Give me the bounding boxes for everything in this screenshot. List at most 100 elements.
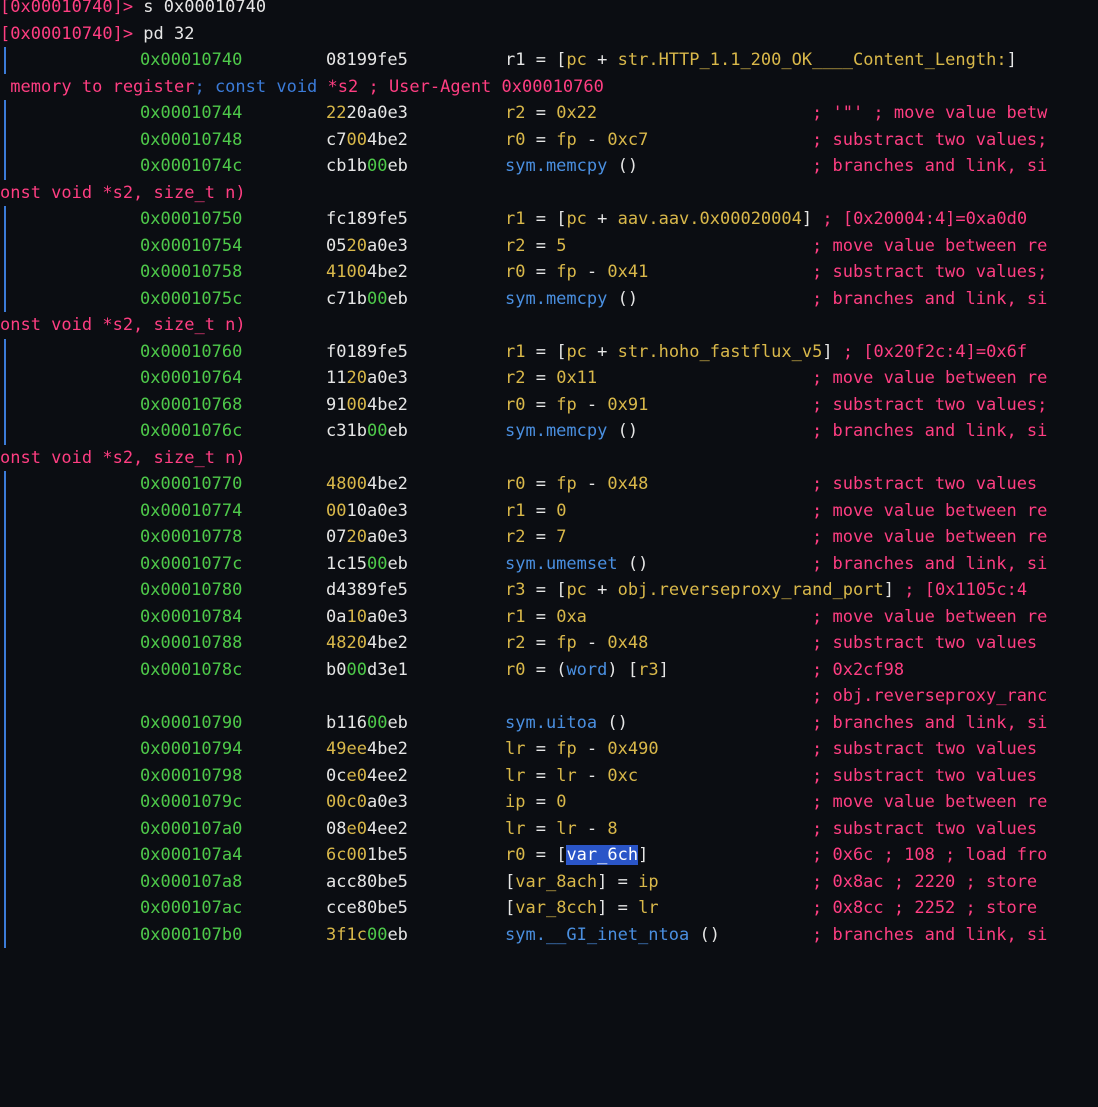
- instruction-text: sym.__GI_inet_ntoa (): [505, 924, 720, 945]
- opcode-bytes: cb1b00eb: [326, 156, 408, 176]
- instruction-text: r0 = fp - 0x41: [505, 262, 649, 282]
- disasm-row[interactable]: 0x00010768 91004be2 r0 = fp - 0x91 ; sub…: [0, 391, 1098, 418]
- radare2-disassembly-terminal[interactable]: [0x00010740]> s 0x00010740 [0x00010740]>…: [0, 0, 1098, 948]
- instruction-address: 0x00010748: [140, 129, 243, 150]
- instruction-text: r3 = [pc + obj.reverseproxy_rand_port] ;…: [505, 580, 1028, 600]
- instruction-text: sym.memcpy (): [505, 156, 639, 176]
- prompt-line: [0x00010740]> s 0x00010740: [0, 0, 1098, 21]
- disasm-row[interactable]: 0x00010770 48004be2 r0 = fp - 0x48 ; sub…: [0, 471, 1098, 498]
- disasm-row[interactable]: 0x000107a8 acc80be5 [var_8ach] = ip ; 0x…: [0, 868, 1098, 895]
- disasm-row[interactable]: 0x00010760 f0189fe5 r1 = [pc + str.hoho_…: [0, 338, 1098, 365]
- disasm-row[interactable]: 0x00010744 2220a0e3 r2 = 0x22 ; '"' ; mo…: [0, 100, 1098, 127]
- instruction-text: r1 = 0: [505, 500, 567, 521]
- instruction-address: 0x00010790: [140, 712, 243, 733]
- instruction-text: ip = 0: [505, 792, 567, 812]
- comment-text: ; branches and link, si: [812, 421, 1048, 441]
- disasm-row[interactable]: 0x00010780 d4389fe5 r3 = [pc + obj.rever…: [0, 577, 1098, 604]
- instruction-text: lr = lr - 0xc: [505, 765, 639, 786]
- disasm-row[interactable]: 0x000107ac cce80be5 [var_8cch] = lr ; 0x…: [0, 895, 1098, 922]
- comment-text: ; substract two values;: [812, 262, 1048, 282]
- disasm-row[interactable]: 0x00010740 08199fe5 r1 = [pc + str.HTTP_…: [0, 47, 1098, 74]
- disasm-row[interactable]: 0x00010784 0a10a0e3 r1 = 0xa ; move valu…: [0, 603, 1098, 630]
- disasm-row[interactable]: 0x000107b0 3f1c00eb sym.__GI_inet_ntoa (…: [0, 921, 1098, 948]
- instruction-address: 0x0001075c: [140, 288, 243, 309]
- instruction-text: r0 = (word) [r3]: [505, 659, 669, 680]
- instruction-text: r2 = fp - 0x48: [505, 633, 649, 653]
- disasm-row[interactable]: 0x00010750 fc189fe5 r1 = [pc + aav.aav.0…: [0, 206, 1098, 233]
- instruction-address: 0x0001079c: [140, 792, 243, 812]
- opcode-bytes: 48204be2: [326, 633, 408, 653]
- instruction-address: 0x000107b0: [140, 924, 243, 945]
- instruction-address: 0x00010764: [140, 368, 243, 388]
- opcode-bytes: f0189fe5: [326, 341, 408, 362]
- flow-line: [4, 656, 6, 683]
- disasm-row[interactable]: 0x0001074c cb1b00eb sym.memcpy () ; bran…: [0, 153, 1098, 180]
- disasm-row[interactable]: 0x00010764 1120a0e3 r2 = 0x11 ; move val…: [0, 365, 1098, 392]
- disasm-row[interactable]: 0x00010774 0010a0e3 r1 = 0 ; move value …: [0, 497, 1098, 524]
- flow-line: [4, 47, 6, 74]
- disasm-row[interactable]: 0x000107a4 6c001be5 r0 = [var_6ch] ; 0x6…: [0, 842, 1098, 869]
- comment-continuation-line: onst void *s2, size_t n): [0, 180, 1098, 207]
- opcode-bytes: 1c1500eb: [326, 553, 408, 574]
- instruction-text: [var_8cch] = lr: [505, 898, 659, 918]
- disasm-row[interactable]: 0x000107a0 08e04ee2 lr = lr - 8 ; substr…: [0, 815, 1098, 842]
- prompt-line: [0x00010740]> pd 32: [0, 21, 1098, 48]
- comment-text: ; move value between re: [812, 368, 1048, 388]
- disasm-row[interactable]: 0x0001075c c71b00eb sym.memcpy () ; bran…: [0, 285, 1098, 312]
- comment-text: ; '"' ; move value betw: [812, 103, 1048, 123]
- instruction-text: r0 = fp - 0xc7: [505, 129, 649, 150]
- disasm-row[interactable]: 0x00010754 0520a0e3 r2 = 5 ; move value …: [0, 232, 1098, 259]
- comment-text: ; substract two values: [812, 765, 1038, 786]
- comment-text: ; branches and link, si: [812, 156, 1048, 176]
- flow-line: [4, 550, 6, 577]
- disasm-row[interactable]: 0x00010794 49ee4be2 lr = fp - 0x490 ; su…: [0, 736, 1098, 763]
- flow-line: [4, 577, 6, 604]
- instruction-text: r1 = [pc + str.HTTP_1.1_200_OK____Conten…: [505, 50, 1017, 70]
- disasm-row[interactable]: 0x00010778 0720a0e3 r2 = 7 ; move value …: [0, 524, 1098, 551]
- opcode-bytes: 0520a0e3: [326, 235, 408, 256]
- instruction-address: 0x00010778: [140, 527, 243, 547]
- flow-line: [4, 683, 6, 710]
- instruction-address: 0x0001076c: [140, 421, 243, 441]
- disasm-row[interactable]: 0x0001076c c31b00eb sym.memcpy () ; bran…: [0, 418, 1098, 445]
- comment-text: memory to register; const void *s2 ; Use…: [0, 76, 604, 97]
- prompt-command[interactable]: pd 32: [133, 24, 194, 44]
- instruction-address: 0x000107a4: [140, 845, 243, 865]
- flow-line: [4, 418, 6, 445]
- disasm-row[interactable]: 0x00010748 c7004be2 r0 = fp - 0xc7 ; sub…: [0, 126, 1098, 153]
- flow-line: [4, 921, 6, 948]
- disasm-row[interactable]: 0x0001078c b000d3e1 r0 = (word) [r3] ; 0…: [0, 656, 1098, 683]
- instruction-text: r1 = 0xa: [505, 606, 587, 627]
- disasm-row[interactable]: 0x00010788 48204be2 r2 = fp - 0x48 ; sub…: [0, 630, 1098, 657]
- disasm-row[interactable]: 0x0001077c 1c1500eb sym.umemset () ; bra…: [0, 550, 1098, 577]
- opcode-bytes: cce80be5: [326, 898, 408, 918]
- instruction-address: 0x00010754: [140, 235, 243, 256]
- flow-line: [4, 232, 6, 259]
- flow-line: [4, 630, 6, 657]
- instruction-text: r2 = 0x11: [505, 368, 598, 388]
- opcode-bytes: 49ee4be2: [326, 739, 408, 759]
- flow-line: [4, 259, 6, 286]
- flow-line: [4, 524, 6, 551]
- disasm-row[interactable]: 0x00010758 41004be2 r0 = fp - 0x41 ; sub…: [0, 259, 1098, 286]
- opcode-bytes: c7004be2: [326, 129, 408, 150]
- prompt-address: [0x00010740]>: [0, 0, 134, 17]
- flow-line: [4, 338, 6, 365]
- instruction-address: 0x00010788: [140, 633, 243, 653]
- opcode-bytes: 0ce04ee2: [326, 765, 408, 786]
- flow-line: [4, 603, 6, 630]
- disasm-row[interactable]: 0x00010790 b11600eb sym.uitoa () ; branc…: [0, 709, 1098, 736]
- opcode-bytes: 41004be2: [326, 262, 408, 282]
- flow-line: [4, 365, 6, 392]
- opcode-bytes: 0a10a0e3: [326, 606, 408, 627]
- opcode-bytes: 08e04ee2: [326, 818, 408, 839]
- comment-text: ; substract two values: [812, 739, 1038, 759]
- disasm-row[interactable]: 0x0001079c 00c0a0e3 ip = 0 ; move value …: [0, 789, 1098, 816]
- opcode-bytes: 91004be2: [326, 394, 408, 415]
- instruction-address: 0x00010780: [140, 580, 243, 600]
- prompt-command[interactable]: s 0x00010740: [133, 0, 266, 17]
- instruction-text: r0 = fp - 0x48: [505, 474, 649, 494]
- instruction-address: 0x00010798: [140, 765, 243, 786]
- disasm-row[interactable]: 0x00010798 0ce04ee2 lr = lr - 0xc ; subs…: [0, 762, 1098, 789]
- flow-line: [4, 497, 6, 524]
